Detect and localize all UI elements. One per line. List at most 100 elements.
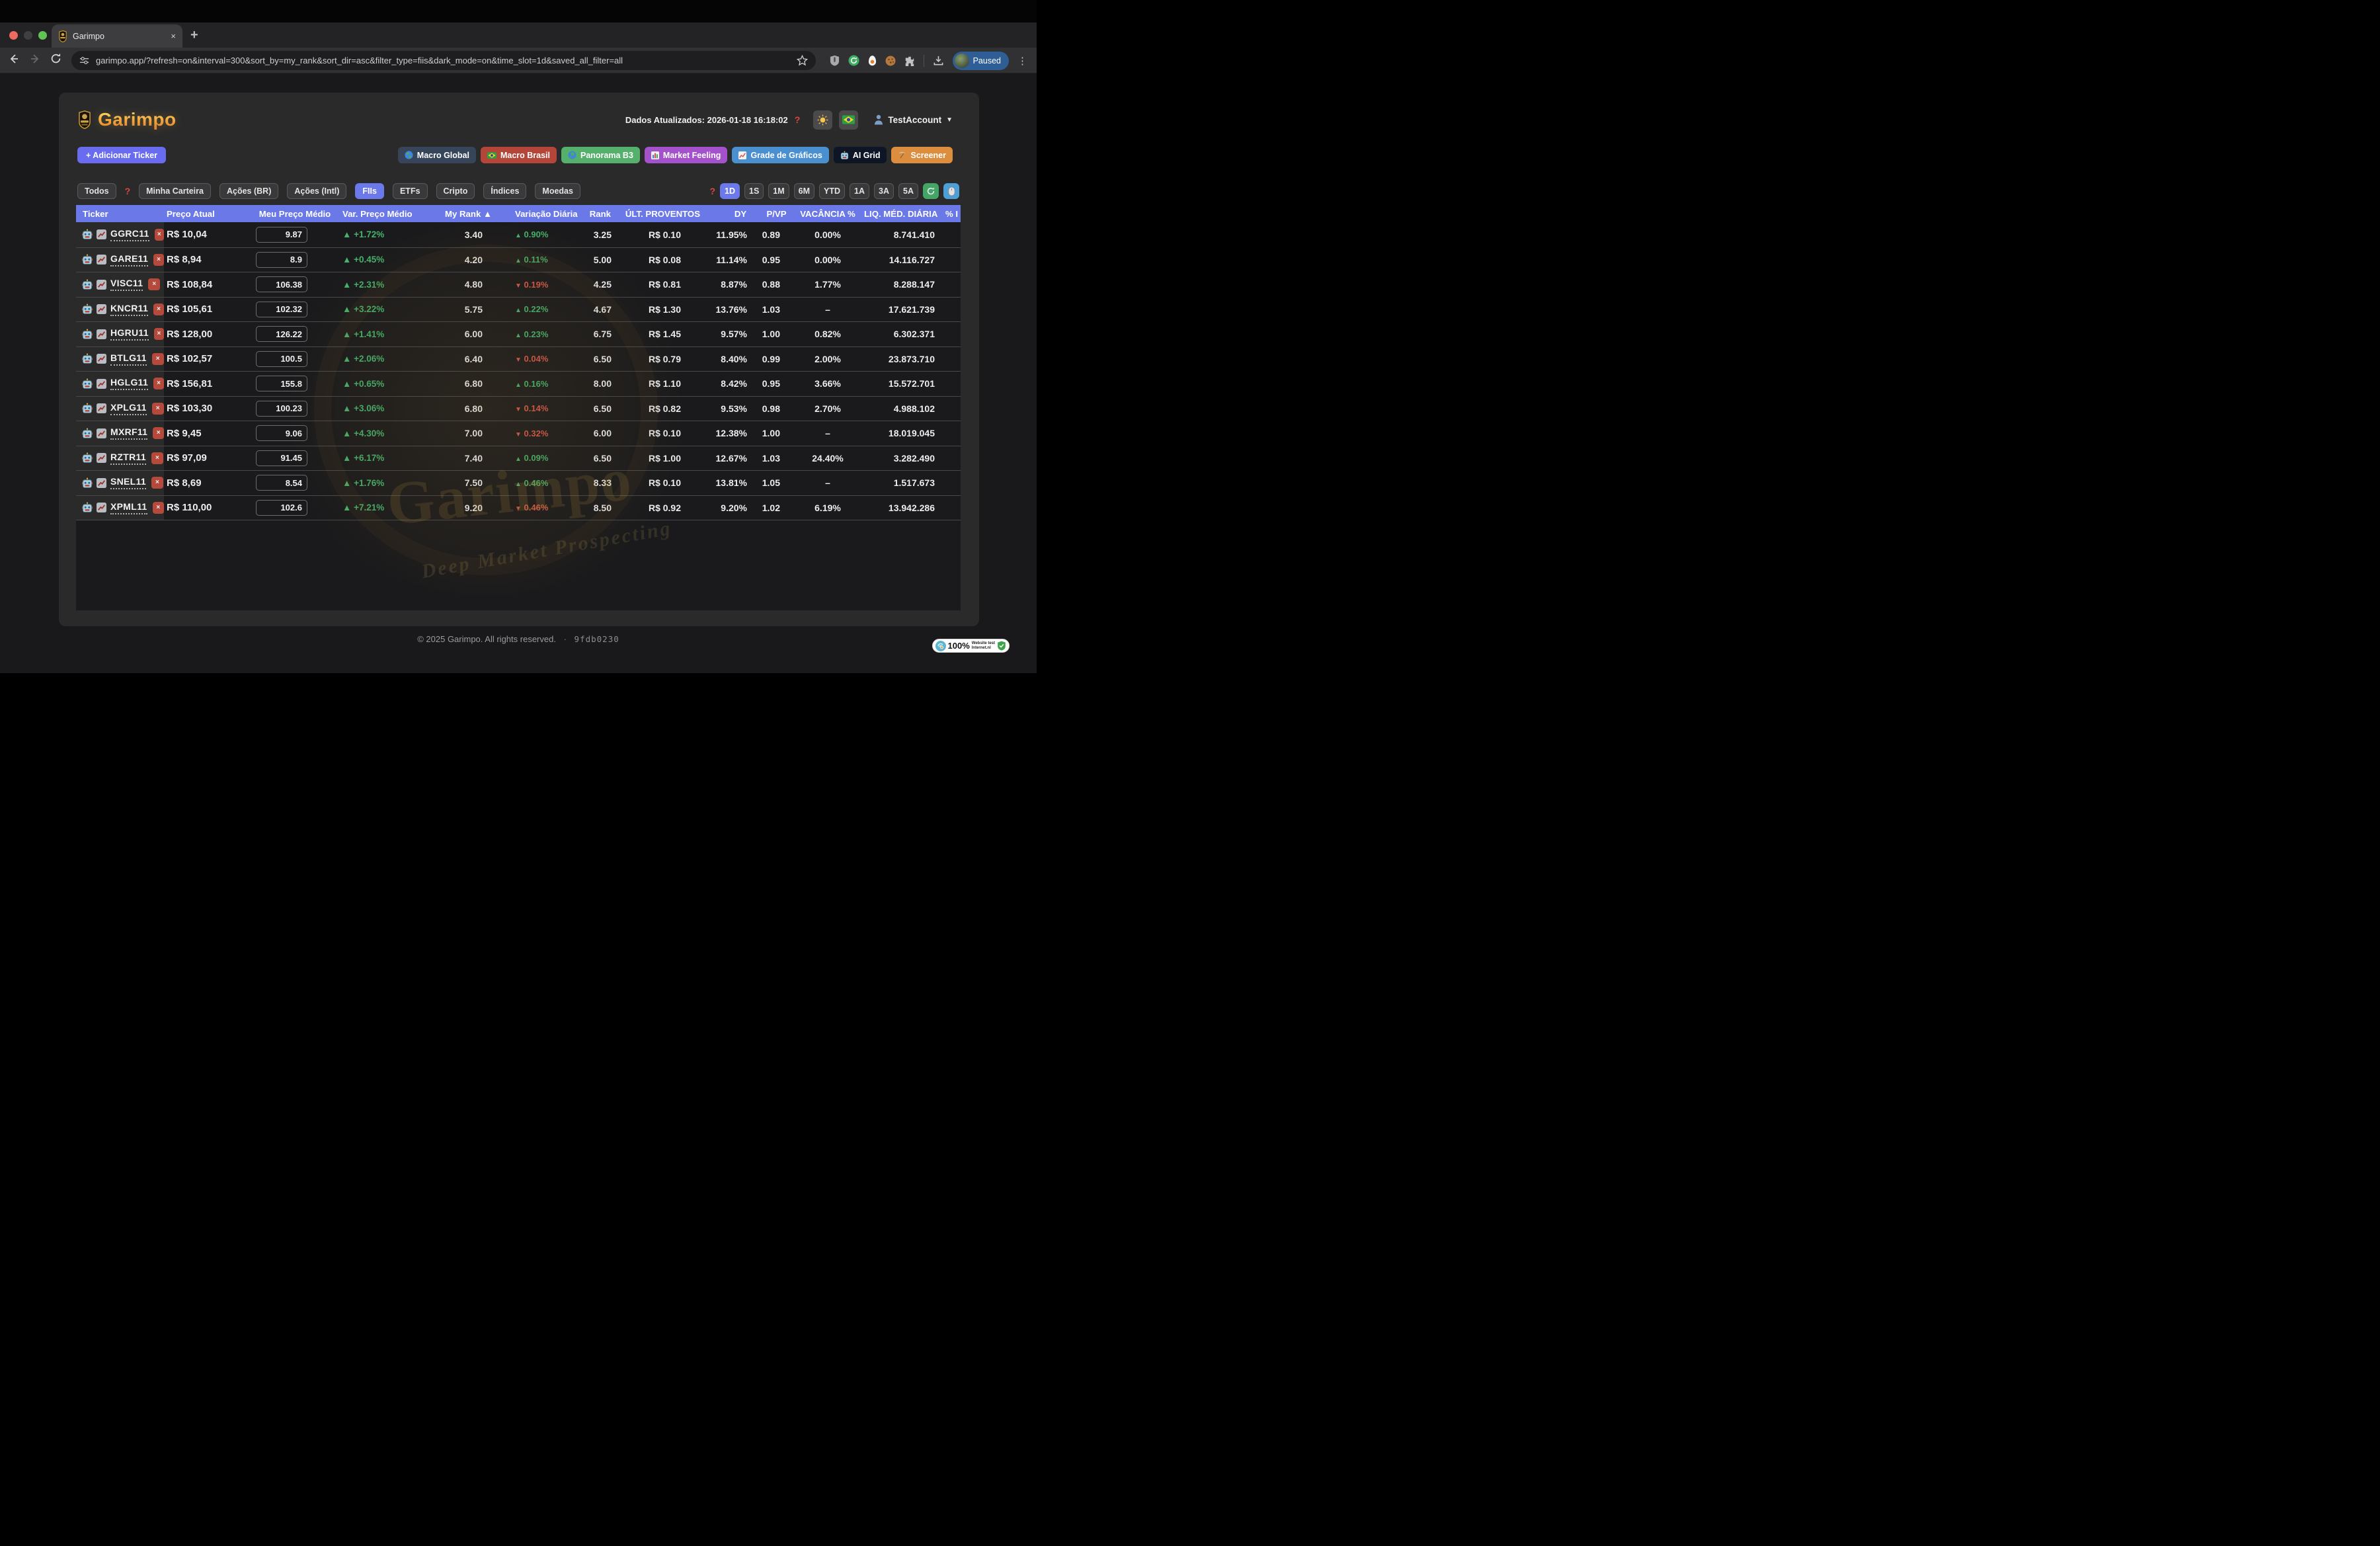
ticker-link[interactable]: HGLG11 (110, 377, 148, 390)
egg-extension-icon[interactable] (868, 55, 877, 66)
ticker-link[interactable]: HGRU11 (110, 327, 149, 341)
remove-ticker-button[interactable]: × (153, 254, 164, 266)
robot-icon[interactable] (82, 502, 93, 513)
avg-price-input[interactable] (256, 252, 307, 268)
bookmark-star-icon[interactable] (797, 55, 808, 66)
ticker-link[interactable]: XPML11 (110, 501, 147, 514)
avg-price-input[interactable] (256, 276, 307, 292)
col-var-preco[interactable]: Var. Preço Médio (335, 209, 424, 219)
avg-price-input[interactable] (256, 401, 307, 417)
ticker-link[interactable]: XPLG11 (110, 402, 147, 415)
time-help-mark[interactable]: ? (709, 186, 715, 196)
remove-ticker-button[interactable]: × (153, 502, 165, 514)
chart-icon[interactable] (97, 329, 106, 339)
remove-ticker-button[interactable]: × (151, 452, 163, 464)
remove-ticker-button[interactable]: × (154, 328, 164, 340)
site-settings-icon[interactable] (79, 56, 89, 65)
reload-icon[interactable] (50, 53, 65, 67)
tab-close-icon[interactable]: × (171, 31, 176, 41)
nav-button-screener[interactable]: Screener (891, 147, 953, 163)
avg-price-input[interactable] (256, 450, 307, 466)
robot-icon[interactable] (82, 403, 93, 414)
time-slot-ytd[interactable]: YTD (819, 183, 845, 199)
col-dy[interactable]: DY (702, 209, 762, 219)
remove-ticker-button[interactable]: × (153, 427, 164, 439)
filter-tab-moedas[interactable]: Moedas (535, 183, 580, 199)
robot-icon[interactable] (82, 329, 93, 340)
remove-ticker-button[interactable]: × (155, 229, 164, 241)
remove-ticker-button[interactable]: × (153, 304, 164, 315)
browser-menu-icon[interactable]: ⋮ (1017, 55, 1027, 67)
col-preco-atual[interactable]: Preço Atual (164, 209, 255, 219)
nav-button-panorama-b3[interactable]: Panorama B3 (561, 147, 640, 163)
robot-icon[interactable] (82, 254, 93, 265)
time-slot-1m[interactable]: 1M (768, 183, 789, 199)
col-ticker[interactable]: Ticker (76, 209, 164, 219)
col-my-rank[interactable]: My Rank ▲ (424, 209, 494, 219)
time-slot-1d[interactable]: 1D (720, 183, 740, 199)
nav-button-macro-brasil[interactable]: Macro Brasil (481, 147, 557, 163)
updated-help-mark[interactable]: ? (795, 114, 801, 125)
chart-icon[interactable] (97, 304, 106, 314)
remove-ticker-button[interactable]: × (152, 403, 164, 415)
ticker-link[interactable]: MXRF11 (110, 427, 147, 440)
chart-icon[interactable] (97, 453, 106, 463)
account-menu[interactable]: TestAccount ▼ (874, 114, 953, 125)
avg-price-input[interactable] (256, 475, 307, 491)
chart-icon[interactable] (97, 503, 106, 512)
filter-tab-ndices[interactable]: Índices (483, 183, 526, 199)
close-window-button[interactable] (9, 31, 18, 40)
filter-tab-a-es-br[interactable]: Ações (BR) (219, 183, 278, 199)
shield-extension-icon[interactable] (830, 55, 840, 66)
nav-button-macro-global[interactable]: Macro Global (398, 147, 476, 163)
chart-icon[interactable] (97, 428, 106, 438)
col-meu-preco[interactable]: Meu Preço Médio (255, 209, 335, 219)
remove-ticker-button[interactable]: × (153, 378, 164, 389)
filter-tab-todos[interactable]: Todos (77, 183, 116, 199)
browser-profile-button[interactable]: Paused (953, 52, 1009, 70)
robot-icon[interactable] (82, 428, 93, 439)
col-vacancia[interactable]: VACÂNCIA % (791, 209, 864, 219)
ticker-link[interactable]: GARE11 (110, 253, 148, 266)
chart-icon[interactable] (97, 379, 106, 389)
theme-toggle-button[interactable] (813, 110, 832, 130)
nav-button-market-feeling[interactable]: Market Feeling (645, 147, 728, 163)
ticker-link[interactable]: GGRC11 (110, 228, 149, 241)
time-slot-3a[interactable]: 3A (874, 183, 894, 199)
avg-price-input[interactable] (256, 227, 307, 243)
col-pct-clipped[interactable]: % I (941, 209, 961, 219)
robot-icon[interactable] (82, 279, 93, 290)
avg-price-input[interactable] (256, 500, 307, 516)
language-toggle-button[interactable] (839, 110, 858, 130)
col-pvp[interactable]: P/VP (762, 209, 791, 219)
chart-icon[interactable] (97, 403, 106, 413)
ticker-link[interactable]: VISC11 (110, 278, 143, 291)
col-liq-med-diaria[interactable]: LIQ. MÉD. DIÁRIA (864, 209, 941, 219)
avg-price-input[interactable] (256, 326, 307, 342)
robot-icon[interactable] (82, 229, 93, 240)
robot-icon[interactable] (82, 353, 93, 364)
col-rank[interactable]: Rank (580, 209, 613, 219)
ticker-link[interactable]: SNEL11 (110, 476, 146, 489)
ticker-link[interactable]: BTLG11 (110, 352, 147, 366)
time-slot-1a[interactable]: 1A (850, 183, 869, 199)
refresh-button[interactable] (923, 183, 939, 199)
cookie-extension-icon[interactable] (885, 56, 896, 66)
browser-tab[interactable]: Garimpo × (52, 24, 182, 48)
back-icon[interactable] (8, 53, 22, 67)
filter-tab-minha-carteira[interactable]: Minha Carteira (139, 183, 211, 199)
url-bar[interactable]: garimpo.app/?refresh=on&interval=300&sor… (71, 51, 816, 70)
filter-help-mark[interactable]: ? (125, 186, 131, 196)
robot-icon[interactable] (82, 378, 93, 389)
avg-price-input[interactable] (256, 425, 307, 441)
filter-tab-cripto[interactable]: Cripto (436, 183, 475, 199)
zoom-window-button[interactable] (38, 31, 47, 40)
chart-icon[interactable] (97, 255, 106, 264)
remove-ticker-button[interactable]: × (148, 278, 160, 290)
avg-price-input[interactable] (256, 351, 307, 367)
filter-tab-a-es-intl[interactable]: Ações (Intl) (287, 183, 346, 199)
filter-tab-etfs[interactable]: ETFs (393, 183, 428, 199)
nav-button-grade-de-gr-ficos[interactable]: Grade de Gráficos (732, 147, 828, 163)
chart-icon[interactable] (97, 280, 106, 290)
filter-tab-fiis[interactable]: FIIs (355, 183, 384, 199)
